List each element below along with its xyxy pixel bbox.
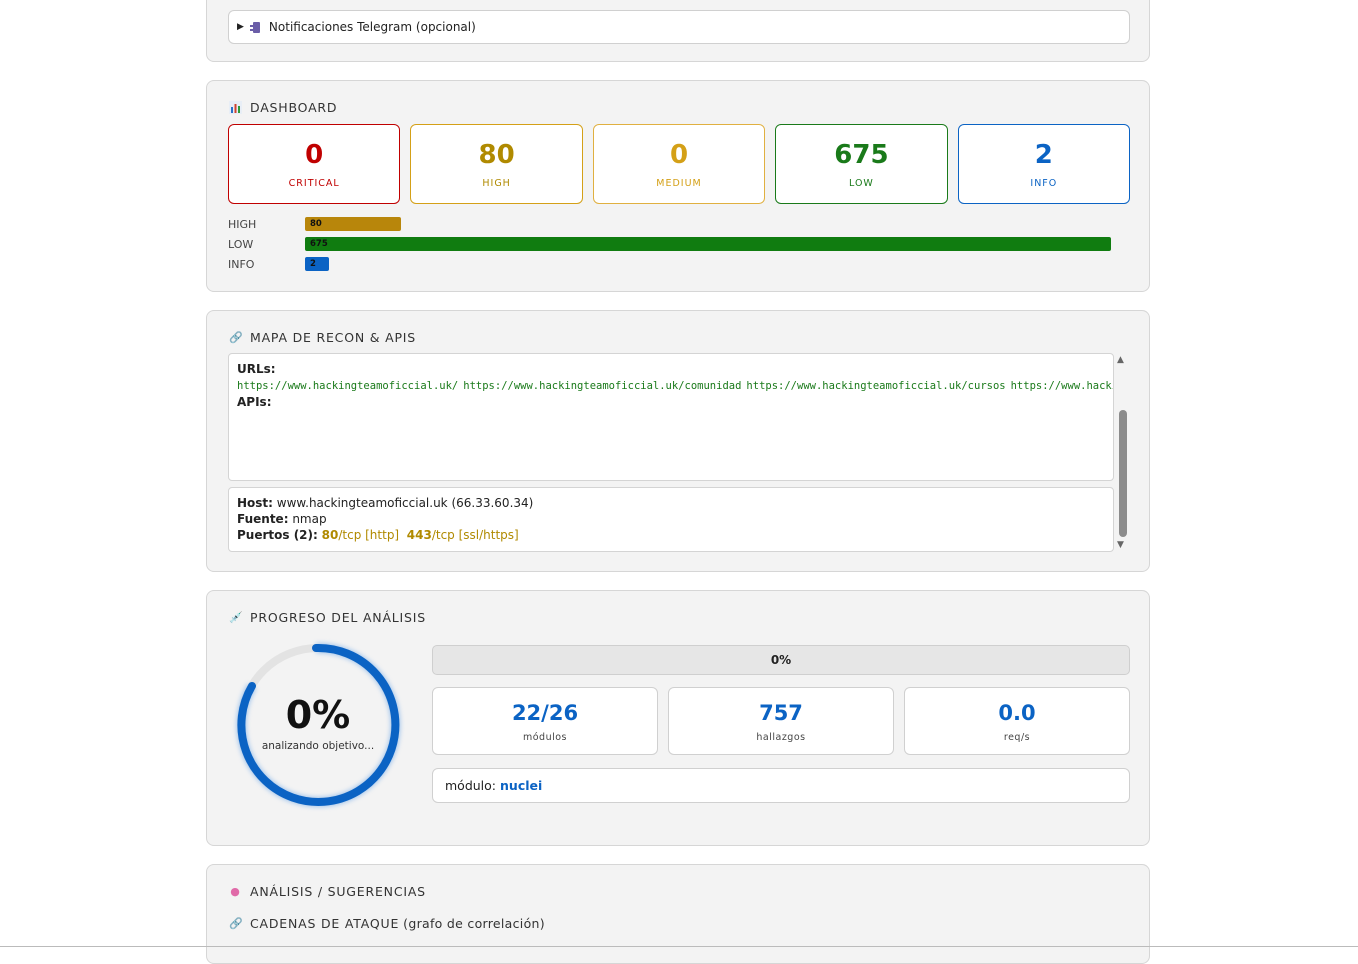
urls-apis-box[interactable]: URLs: https://www.hackingteamoficcial.uk…	[228, 353, 1114, 481]
stat-label: hallazgos	[756, 731, 806, 743]
dashboard-title: DASHBOARD	[229, 100, 337, 115]
recon-scrollbar[interactable]: ▲ ▼	[1116, 353, 1129, 552]
progress-panel: 💉 PROGRESO DEL ANÁLISIS 0% analizando ob…	[206, 590, 1150, 846]
bar-label: LOW	[228, 237, 254, 251]
info-label: INFO	[1030, 177, 1058, 189]
stat-modules: 22/26 módulos	[432, 687, 658, 755]
critical-label: CRITICAL	[288, 177, 340, 189]
medium-label: MEDIUM	[656, 177, 702, 189]
progress-ring: 0% analizando objetivo...	[231, 638, 405, 812]
port-detail: /tcp [ssl/https]	[431, 528, 519, 542]
brain-icon: ●	[230, 885, 241, 898]
analysis-panel: ● ANÁLISIS / SUGERENCIAS 🔗 CADENAS DE AT…	[206, 864, 1150, 964]
stat-value: 757	[759, 700, 803, 725]
critical-count: 0	[305, 139, 324, 170]
attack-chains-sub: (grafo de correlación)	[403, 916, 545, 931]
progress-bar-text: 0%	[770, 653, 792, 667]
bar-label: INFO	[228, 257, 255, 271]
severity-bars: HIGH 80 LOW 675 INFO 2	[228, 214, 1130, 274]
card-info: 2 INFO	[957, 124, 1131, 204]
module-label: módulo:	[445, 778, 497, 793]
telegram-notifications-toggle[interactable]: ▶ Notificaciones Telegram (opcional)	[228, 10, 1130, 44]
analysis-title: ● ANÁLISIS / SUGERENCIAS	[230, 884, 426, 899]
recon-panel: 🔗 MAPA DE RECON & APIS URLs: https://www…	[206, 310, 1150, 572]
link-icon: 🔗	[229, 917, 244, 930]
progress-title: 💉 PROGRESO DEL ANÁLISIS	[229, 610, 426, 625]
current-module: módulo: nuclei	[432, 768, 1130, 803]
severity-cards: 0 CRITICAL 80 HIGH 0 MEDIUM 675 LOW 2 IN…	[228, 124, 1131, 204]
progress-bar: 0%	[432, 645, 1130, 675]
ports-label: Puertos (2):	[237, 528, 318, 542]
bottom-divider	[0, 946, 1358, 947]
plug-icon	[249, 21, 260, 33]
progress-stats: 22/26 módulos 757 hallazgos 0.0 req/s	[432, 687, 1130, 755]
high-label: HIGH	[482, 177, 511, 189]
expand-triangle-icon: ▶	[237, 22, 244, 32]
card-high: 80 HIGH	[410, 124, 583, 204]
dashboard-panel: DASHBOARD 0 CRITICAL 80 HIGH 0 MEDIUM 67…	[206, 80, 1150, 292]
bar-label: HIGH	[228, 217, 257, 231]
apis-label: APIs:	[237, 395, 272, 409]
high-count: 80	[478, 139, 515, 170]
bar-row-high: HIGH 80	[228, 214, 1130, 234]
telegram-label: Notificaciones Telegram (opcional)	[268, 20, 476, 34]
url-list: https://www.hackingteamoficcial.uk/https…	[237, 378, 1113, 392]
port-detail: /tcp [http]	[338, 528, 400, 542]
low-count: 675	[834, 139, 889, 170]
urls-label: URLs:	[237, 362, 276, 376]
recon-title: 🔗 MAPA DE RECON & APIS	[229, 330, 416, 345]
host-label: Host:	[237, 496, 273, 510]
bar-row-low: LOW 675	[228, 234, 1130, 254]
attack-chains-title: 🔗 CADENAS DE ATAQUE (grafo de correlació…	[229, 916, 545, 931]
stat-value: 22/26	[511, 700, 579, 725]
recon-url-link[interactable]: https://www.hackingteamoficcial.uk/curso…	[746, 380, 1005, 392]
host-value: www.hackingteamoficcial.uk (66.33.60.34)	[276, 496, 534, 510]
port-number: 443	[406, 528, 432, 542]
stat-reqs: 0.0 req/s	[904, 687, 1130, 755]
card-critical: 0 CRITICAL	[228, 124, 401, 204]
host-box: Host: www.hackingteamoficcial.uk (66.33.…	[228, 487, 1114, 552]
stat-value: 0.0	[998, 700, 1036, 725]
link-icon: 🔗	[229, 331, 244, 344]
bar-chart-icon	[229, 101, 242, 114]
bar-fill-info: 2	[305, 257, 329, 271]
recon-url-link[interactable]: https://www.hackingteamoficcial.uk/favor…	[1011, 380, 1113, 392]
ring-percent: 0%	[285, 693, 351, 737]
stat-findings: 757 hallazgos	[668, 687, 894, 755]
medium-count: 0	[669, 139, 689, 170]
port-number: 80	[321, 528, 339, 542]
ring-status: analizando objetivo...	[261, 740, 375, 752]
low-label: LOW	[849, 177, 874, 189]
card-medium: 0 MEDIUM	[592, 124, 766, 204]
bar-fill-low: 675	[305, 237, 1111, 251]
source-label: Fuente:	[237, 512, 289, 526]
stat-label: módulos	[522, 731, 568, 743]
telegram-panel: ▶ Notificaciones Telegram (opcional)	[206, 0, 1150, 62]
info-count: 2	[1034, 139, 1053, 170]
syringe-icon: 💉	[229, 611, 244, 624]
recon-url-link[interactable]: https://www.hackingteamoficcial.uk/	[237, 380, 458, 392]
scroll-up-arrow-icon[interactable]: ▲	[1117, 355, 1124, 365]
bar-row-info: INFO 2	[228, 254, 1130, 274]
module-value: nuclei	[500, 778, 543, 793]
scroll-down-arrow-icon[interactable]: ▼	[1117, 540, 1124, 550]
card-low: 675 LOW	[775, 124, 948, 204]
stat-label: req/s	[1003, 731, 1031, 743]
source-value: nmap	[292, 512, 327, 526]
bar-fill-high: 80	[305, 217, 401, 231]
recon-url-link[interactable]: https://www.hackingteamoficcial.uk/comun…	[463, 380, 741, 392]
scroll-thumb[interactable]	[1119, 410, 1127, 537]
